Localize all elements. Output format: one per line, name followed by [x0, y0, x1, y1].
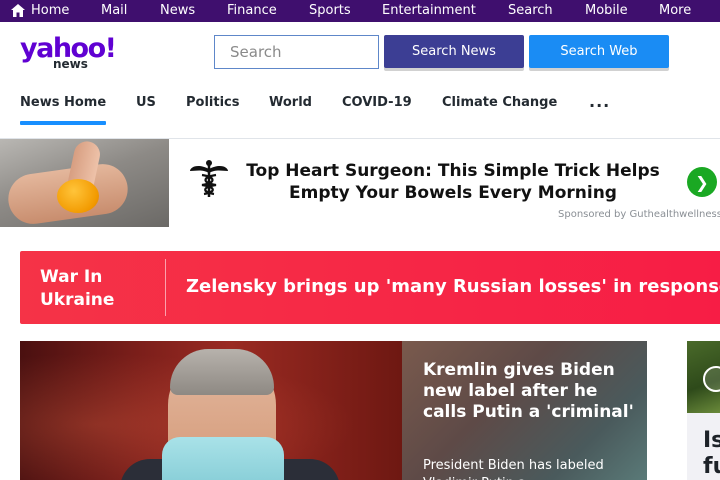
side-story-image[interactable]: [687, 341, 720, 413]
search-news-button[interactable]: Search News: [384, 35, 524, 68]
nav-finance-link[interactable]: Finance: [227, 3, 277, 18]
nav-mail-label: Mail: [101, 3, 128, 18]
nav-entertainment-link[interactable]: Entertainment: [382, 3, 476, 18]
tab-news-home[interactable]: News Home: [20, 95, 107, 125]
side-story-title[interactable]: Is fu: [703, 428, 720, 480]
yahoo-news-logo[interactable]: yahoo! news: [20, 35, 117, 71]
nav-home-link[interactable]: Home: [11, 3, 69, 18]
ad-sponsor-label: Sponsored by Guthealthwellness: [558, 209, 720, 220]
tab-covid-19[interactable]: COVID-19: [342, 95, 412, 110]
banner-topic-text: War In Ukraine: [40, 267, 115, 310]
banner-divider: [165, 259, 166, 316]
tab-politics[interactable]: Politics: [186, 95, 240, 110]
hero-story-title[interactable]: Kremlin gives Biden new label after he c…: [423, 360, 638, 423]
more-tabs-button[interactable]: ···: [589, 96, 610, 115]
logo-subtitle: news: [53, 57, 88, 71]
tab-world-label: World: [269, 95, 312, 110]
ad-image[interactable]: [0, 139, 169, 227]
nav-news-label: News: [160, 3, 196, 18]
nav-sports-label: Sports: [309, 3, 351, 18]
search-news-label: Search News: [412, 44, 496, 59]
nav-search-label: Search: [508, 3, 553, 18]
breaking-news-banner[interactable]: War In Ukraine Zelensky brings up 'many …: [20, 251, 720, 324]
ad-arrow-button[interactable]: ❯: [687, 167, 717, 197]
hero-story-summary: President Biden has labeled Vladimir Put…: [423, 458, 604, 480]
ad-headline[interactable]: Top Heart Surgeon: This Simple Trick Hel…: [232, 160, 674, 204]
section-tabs: News Home US Politics World COVID-19 Cli…: [0, 95, 720, 125]
tab-climate-change[interactable]: Climate Change: [442, 95, 557, 110]
tab-covid-19-label: COVID-19: [342, 95, 412, 110]
nav-home-label: Home: [31, 3, 70, 18]
nav-entertainment-label: Entertainment: [382, 3, 476, 18]
home-icon: [11, 4, 25, 17]
hero-story-image[interactable]: [20, 341, 402, 480]
more-tabs-icon: ···: [589, 96, 611, 115]
banner-headline[interactable]: Zelensky brings up 'many Russian losses'…: [186, 276, 720, 297]
nav-finance-label: Finance: [227, 3, 277, 18]
nav-mobile-link[interactable]: Mobile: [585, 3, 628, 18]
search-web-button[interactable]: Search Web: [529, 35, 669, 68]
nav-mobile-label: Mobile: [585, 3, 628, 18]
caduceus-icon: [190, 160, 228, 197]
nav-search-link[interactable]: Search: [508, 3, 553, 18]
nav-more-link[interactable]: More: [659, 3, 691, 18]
tab-world[interactable]: World: [269, 95, 312, 110]
search-web-label: Search Web: [560, 44, 638, 59]
side-story-title-text: Is fu: [703, 428, 720, 479]
chevron-right-icon: ❯: [695, 172, 709, 192]
tab-climate-change-label: Climate Change: [442, 95, 558, 110]
top-nav-bar: Home Mail News Finance Sports Entertainm…: [0, 0, 720, 22]
tab-us-label: US: [136, 95, 156, 110]
nav-sports-link[interactable]: Sports: [309, 3, 351, 18]
nav-news-link[interactable]: News: [160, 3, 195, 18]
nav-mail-link[interactable]: Mail: [101, 3, 127, 18]
tab-politics-label: Politics: [186, 95, 240, 110]
nav-more-label: More: [659, 3, 692, 18]
search-input[interactable]: [214, 35, 379, 69]
tab-us[interactable]: US: [136, 95, 156, 110]
hero-story-card[interactable]: Kremlin gives Biden new label after he c…: [402, 341, 647, 480]
tab-news-home-label: News Home: [20, 95, 107, 110]
banner-topic-label: War In Ukraine: [40, 266, 150, 312]
